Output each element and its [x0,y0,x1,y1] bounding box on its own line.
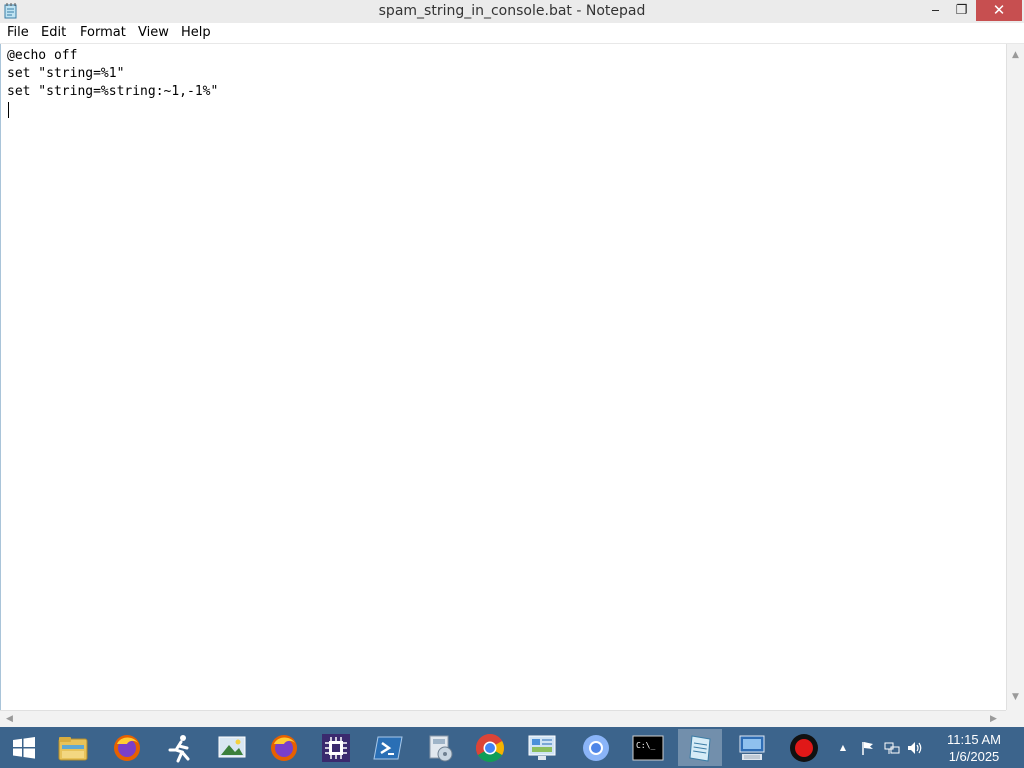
powershell-icon [373,736,403,759]
taskbar-firefox[interactable] [105,729,149,766]
taskbar-powershell[interactable] [366,729,410,766]
restore-icon: ❐ [955,3,968,18]
scroll-down-arrow-icon[interactable]: ▼ [1012,692,1019,702]
taskbar-chrome[interactable] [468,729,512,766]
menu-view[interactable]: View [138,23,169,43]
show-hidden-icons-icon[interactable]: ▲ [836,727,850,768]
menu-bar: File Edit Format View Help [0,23,1024,44]
start-button[interactable] [2,729,46,766]
taskbar-runner-app[interactable] [158,729,202,766]
close-button[interactable]: ✕ [976,0,1022,21]
taskbar-image-viewer[interactable] [210,729,254,766]
taskbar: C:\_ ▲ 11:15 AM 1/6/2025 [0,727,1024,768]
taskbar-remote-desktop[interactable] [730,729,774,766]
svg-text:C:\_: C:\_ [636,741,655,750]
flag-icon[interactable] [858,727,878,768]
menu-format[interactable]: Format [80,23,126,43]
close-icon: ✕ [992,1,1006,19]
clock-date: 1/6/2025 [948,749,1000,764]
running-man-icon [168,734,190,762]
taskbar-recorder[interactable] [782,729,826,766]
system-clock[interactable]: 11:15 AM 1/6/2025 [936,731,1012,765]
taskbar-notepad[interactable] [678,729,722,766]
editor-content[interactable]: @echo off set "string=%1" set "string=%s… [7,47,218,101]
windows-logo-icon [13,736,35,759]
network-status-icon [884,742,900,754]
minimize-icon: ‒ [931,3,940,18]
speaker-icon [908,741,922,754]
window-title: spam_string_in_console.bat - Notepad [378,3,646,19]
horizontal-scrollbar[interactable]: ◀ ▶ [0,710,1006,728]
control-panel-icon [528,735,556,760]
chip-icon [322,733,350,762]
picture-icon [218,736,246,757]
network-icon[interactable] [882,727,902,768]
firefox-icon [114,734,140,761]
title-bar: spam_string_in_console.bat - Notepad ‒ ❐… [0,0,1024,24]
firefox-icon [271,734,297,761]
taskbar-disk-app[interactable] [418,729,462,766]
notepad-icon [689,734,711,762]
taskbar-control-panel[interactable] [520,729,564,766]
taskbar-firefox-2[interactable] [262,729,306,766]
scroll-up-arrow-icon[interactable]: ▲ [1012,50,1019,60]
text-editor[interactable]: @echo off set "string=%1" set "string=%s… [0,44,1007,710]
scroll-left-arrow-icon[interactable]: ◀ [6,714,13,724]
action-center-flag-icon [862,741,873,755]
tray-chevron: ▲ [839,743,847,752]
remote-desktop-icon [739,735,765,760]
taskbar-chromium[interactable] [574,729,618,766]
taskbar-cmd[interactable]: C:\_ [626,729,670,766]
folder-icon [58,736,88,760]
menu-edit[interactable]: Edit [41,23,66,43]
vertical-scrollbar[interactable]: ▲ ▼ [1006,44,1024,710]
clock-time: 11:15 AM [947,732,1001,747]
scroll-right-arrow-icon[interactable]: ▶ [990,714,997,724]
chrome-icon [476,733,504,762]
record-icon [790,733,818,762]
text-caret [8,102,9,118]
menu-help[interactable]: Help [181,23,211,43]
taskbar-file-explorer[interactable] [51,729,95,766]
disk-icon [429,735,453,761]
menu-file[interactable]: File [7,23,29,43]
volume-icon[interactable] [905,727,927,768]
restore-button[interactable]: ❐ [948,0,975,21]
minimize-button[interactable]: ‒ [922,0,949,21]
command-prompt-icon: C:\_ [632,735,664,760]
taskbar-cpu-app[interactable] [314,729,358,766]
scroll-corner [1006,710,1024,727]
chromium-icon [583,734,609,761]
